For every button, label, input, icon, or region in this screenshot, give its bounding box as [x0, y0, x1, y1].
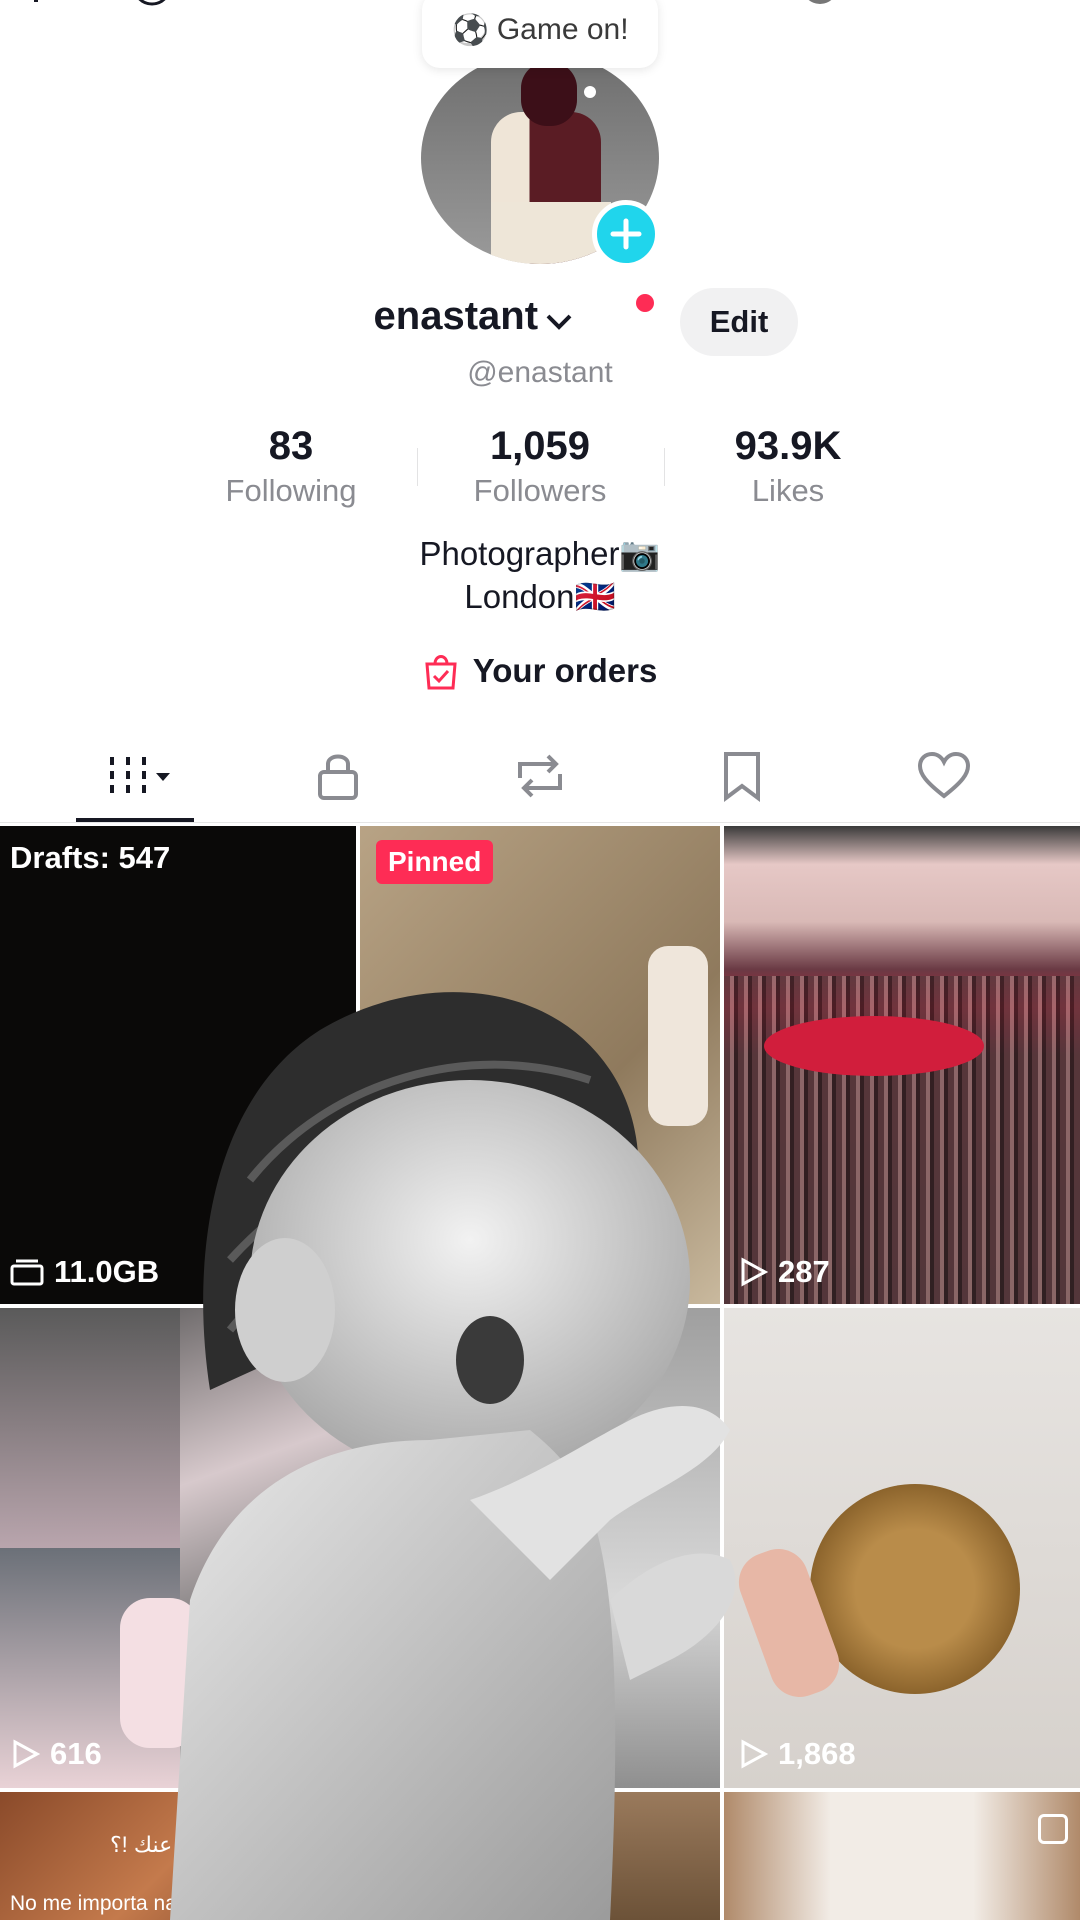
collage-photo — [0, 1308, 180, 1548]
likes-count: 93.9K — [734, 424, 842, 468]
following-label: Following — [225, 473, 357, 508]
tab-reposts[interactable] — [490, 748, 590, 804]
tab-videos[interactable] — [88, 748, 188, 804]
chevron-down-icon[interactable] — [542, 310, 576, 339]
bubble-tail — [584, 86, 596, 98]
coffee-cup — [810, 1484, 1020, 1694]
divider — [664, 448, 665, 486]
add-story-button[interactable] — [592, 200, 660, 268]
followers-label: Followers — [473, 473, 607, 508]
divider — [0, 822, 1080, 823]
edit-profile-button[interactable]: Edit — [680, 288, 798, 356]
baby-sticker — [170, 992, 736, 1920]
view-count: 616 — [10, 1736, 102, 1772]
play-icon — [13, 1739, 40, 1769]
status-bubble[interactable]: ⚽ Game on! — [422, 0, 658, 68]
video-tile[interactable]: 1,868 — [724, 1308, 1080, 1788]
drafts-size-value: 11.0GB — [54, 1254, 160, 1289]
bio-line: Photographer📷 — [419, 535, 661, 572]
followers-count: 1,059 — [489, 424, 591, 468]
shopping-bag-icon — [425, 655, 457, 690]
footprint-icon[interactable] — [892, 0, 932, 16]
repost-icon — [518, 754, 562, 798]
add-friend-icon[interactable] — [20, 0, 60, 16]
pinned-badge: Pinned — [376, 840, 494, 884]
profile-thumb-icon[interactable] — [790, 0, 870, 16]
drafts-size: 11.0GB — [10, 1254, 159, 1290]
multi-photo-icon — [1038, 1814, 1068, 1844]
archive-icon — [10, 1259, 44, 1286]
plus-icon — [610, 218, 642, 250]
tab-private[interactable] — [288, 748, 388, 804]
following-count: 83 — [268, 424, 314, 468]
soccer-ball-icon: ⚽ — [451, 13, 489, 47]
grid-icon — [110, 757, 170, 793]
divider — [417, 448, 418, 486]
view-count-value: 1,868 — [778, 1736, 856, 1771]
bookmark-icon — [724, 752, 760, 802]
video-tile[interactable]: 287 — [724, 826, 1080, 1304]
your-orders-link[interactable]: Your orders — [0, 652, 1080, 690]
soccer-ball-icon[interactable] — [132, 0, 172, 16]
username-row[interactable]: enastant — [0, 294, 1080, 339]
view-count-value: 616 — [50, 1736, 102, 1771]
lock-icon — [318, 754, 358, 800]
stat-likes[interactable]: 93.9K Likes — [688, 424, 888, 509]
drafts-label: Drafts: 547 — [10, 840, 171, 875]
bio: Photographer📷 London🇬🇧 — [0, 532, 1080, 618]
notification-dot — [636, 294, 654, 312]
display-name: enastant — [373, 294, 539, 338]
your-orders-label: Your orders — [472, 652, 658, 689]
tab-liked[interactable] — [894, 748, 994, 804]
likes-label: Likes — [751, 473, 825, 508]
status-text: Game on! — [496, 13, 629, 46]
bio-line: London🇬🇧 — [464, 578, 616, 615]
menu-icon[interactable] — [996, 0, 1036, 16]
user-handle: @enastant — [467, 356, 613, 389]
stat-following[interactable]: 83 Following — [191, 424, 391, 509]
stage — [764, 1016, 984, 1076]
view-count-value: 287 — [778, 1254, 830, 1289]
tab-favorites[interactable] — [692, 748, 792, 804]
heart-icon — [917, 751, 971, 799]
video-tile[interactable] — [724, 1792, 1080, 1920]
stat-followers[interactable]: 1,059 Followers — [440, 424, 640, 509]
